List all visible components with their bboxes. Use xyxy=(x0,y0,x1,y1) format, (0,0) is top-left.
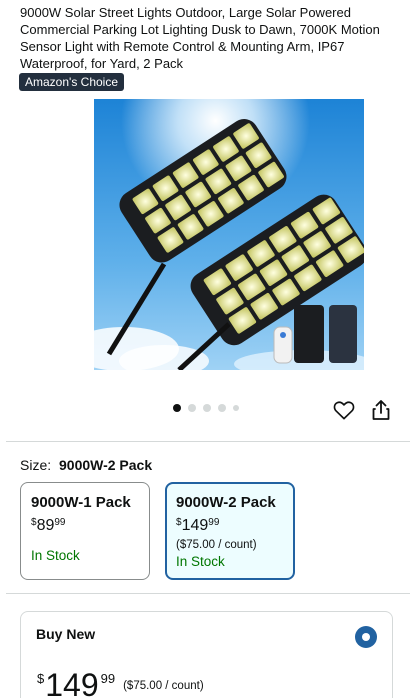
option-name: 9000W-1 Pack xyxy=(31,494,131,511)
size-selector-label: Size: 9000W-2 Pack xyxy=(20,456,152,474)
buy-new-unit-price: ($75.00 / count) xyxy=(123,680,204,692)
carousel-dot[interactable] xyxy=(233,405,239,411)
buy-new-radio[interactable] xyxy=(355,626,377,648)
size-selected-value: 9000W-2 Pack xyxy=(59,457,153,473)
heart-icon[interactable] xyxy=(332,398,356,422)
option-name: 9000W-2 Pack xyxy=(176,494,276,511)
carousel-dot[interactable] xyxy=(173,404,181,412)
share-icon[interactable] xyxy=(369,398,393,422)
section-divider xyxy=(6,441,410,442)
option-stock-status: In Stock xyxy=(31,548,80,563)
buy-new-card[interactable]: Buy New $ 149 99 ($75.00 / count) xyxy=(20,611,393,698)
solar-street-light-illustration xyxy=(94,99,364,370)
buy-new-price: $ 149 99 ($75.00 / count) xyxy=(37,667,204,698)
buy-new-title: Buy New xyxy=(36,626,96,642)
product-title: 9000W Solar Street Lights Outdoor, Large… xyxy=(20,5,380,71)
product-image[interactable] xyxy=(94,99,364,370)
size-option-2-pack[interactable]: 9000W-2 Pack $14999 ($75.00 / count) In … xyxy=(165,482,295,580)
size-label: Size: xyxy=(20,457,52,473)
option-price: $14999 xyxy=(176,517,220,534)
option-unit-price: ($75.00 / count) xyxy=(176,539,257,551)
section-divider xyxy=(6,593,410,594)
image-carousel-dots[interactable] xyxy=(173,404,239,412)
carousel-dot[interactable] xyxy=(203,404,211,412)
carousel-dot[interactable] xyxy=(218,404,226,412)
amazons-choice-badge: Amazon's Choice xyxy=(19,73,124,91)
carousel-dot[interactable] xyxy=(188,404,196,412)
size-option-1-pack[interactable]: 9000W-1 Pack $8999 In Stock xyxy=(20,482,150,580)
option-price: $8999 xyxy=(31,517,66,534)
option-stock-status: In Stock xyxy=(176,554,225,569)
